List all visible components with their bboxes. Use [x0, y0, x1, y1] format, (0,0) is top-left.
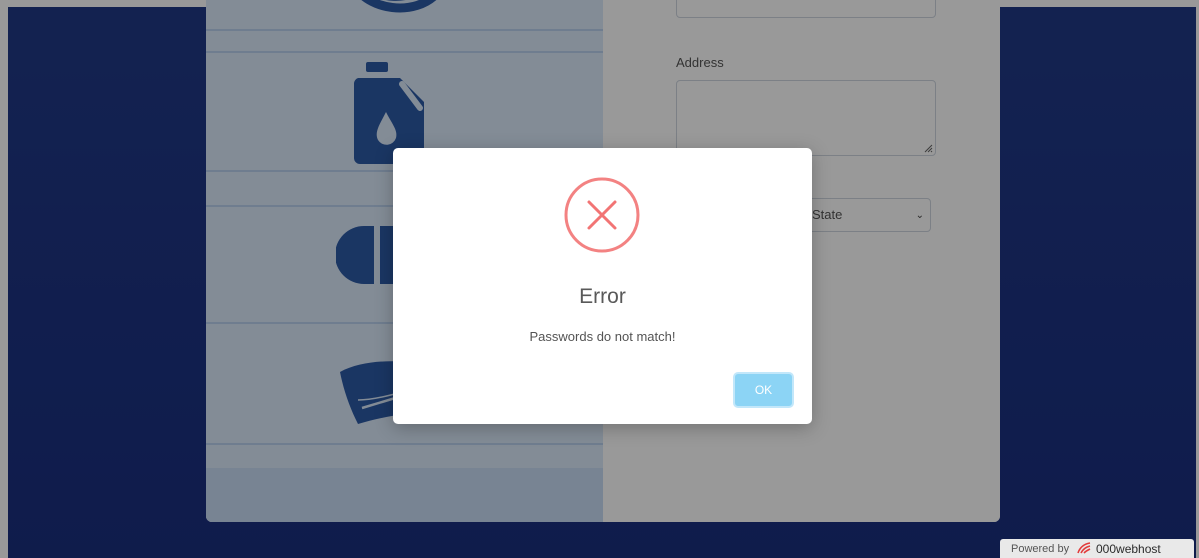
error-dialog: Error Passwords do not match! OK — [393, 148, 812, 424]
brand-name: 000webhost — [1096, 542, 1161, 556]
dialog-title: Error — [579, 285, 626, 308]
error-x-icon — [564, 177, 640, 253]
dialog-message: Passwords do not match! — [529, 329, 676, 344]
powered-by-badge[interactable]: Powered by 000webhost — [1000, 539, 1194, 558]
ok-button[interactable]: OK — [733, 372, 794, 408]
powered-by-label: Powered by — [1011, 543, 1070, 555]
webhost-logo-icon — [1077, 542, 1091, 554]
